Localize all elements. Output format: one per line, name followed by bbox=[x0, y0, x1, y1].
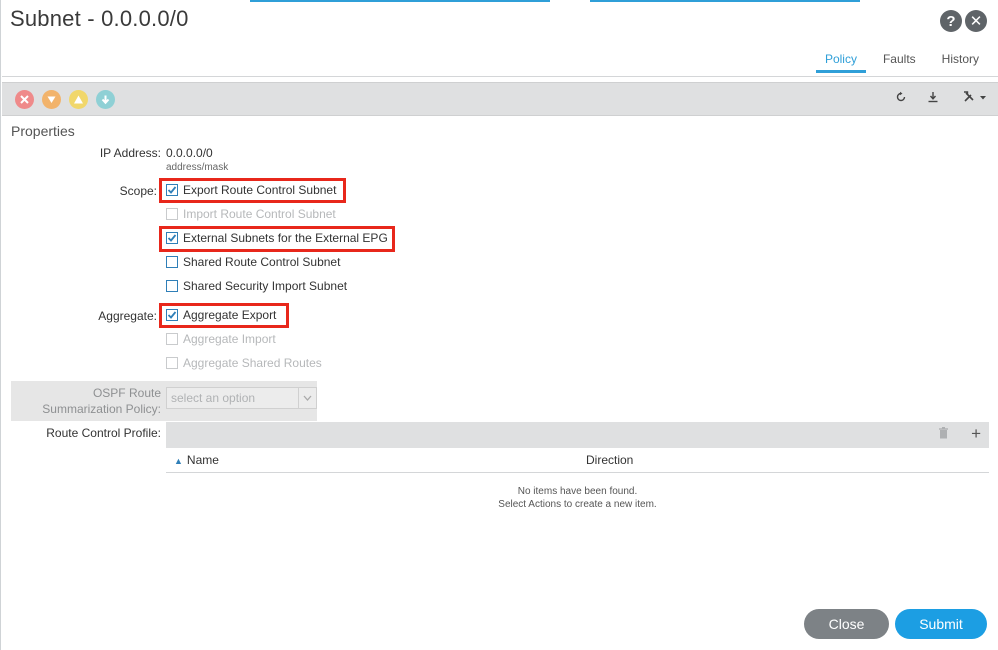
trash-icon bbox=[938, 427, 949, 442]
checkbox-label: Import Route Control Subnet bbox=[183, 207, 336, 221]
checkbox-checked-icon[interactable] bbox=[166, 309, 178, 321]
checkbox-unchecked-icon[interactable] bbox=[166, 280, 178, 292]
sort-ascending-icon: ▲ bbox=[174, 456, 183, 466]
refresh-icon[interactable] bbox=[895, 91, 907, 106]
table-header-divider bbox=[166, 472, 989, 473]
route-control-profile-label: Route Control Profile: bbox=[46, 426, 161, 440]
scope-option-shared-security-import[interactable]: Shared Security Import Subnet bbox=[166, 278, 347, 294]
checkbox-label: Export Route Control Subnet bbox=[183, 183, 337, 197]
ip-address-label: IP Address: bbox=[99, 146, 161, 160]
aggregate-option-export[interactable]: Aggregate Export bbox=[166, 307, 276, 323]
close-button[interactable]: Close bbox=[804, 609, 889, 639]
ip-address-hint: address/mask bbox=[166, 162, 229, 173]
warning-fault-icon[interactable] bbox=[96, 90, 115, 109]
page-title: Subnet - 0.0.0.0/0 bbox=[10, 6, 189, 31]
checkbox-label: Shared Route Control Subnet bbox=[183, 255, 341, 269]
tab-faults[interactable]: Faults bbox=[874, 46, 925, 73]
checkbox-label: Shared Security Import Subnet bbox=[183, 279, 348, 293]
help-icon[interactable]: ? bbox=[940, 10, 962, 32]
route-control-profile-toolbar: + bbox=[166, 422, 989, 448]
ip-address-value: 0.0.0.0/0 bbox=[166, 146, 213, 160]
minor-fault-icon[interactable] bbox=[69, 90, 88, 109]
tab-history[interactable]: History bbox=[933, 46, 988, 73]
empty-message: No items have been found. bbox=[517, 486, 638, 497]
tools-menu-icon[interactable] bbox=[963, 91, 987, 106]
close-icon[interactable]: ✕ bbox=[965, 10, 987, 32]
add-icon[interactable]: + bbox=[971, 424, 981, 444]
aggregate-label: Aggregate: bbox=[98, 309, 157, 323]
ospf-policy-select: select an option bbox=[166, 387, 317, 409]
scope-option-external-subnets[interactable]: External Subnets for the External EPG bbox=[166, 230, 388, 246]
select-placeholder: select an option bbox=[171, 391, 256, 405]
checkbox-label: Aggregate Import bbox=[183, 332, 276, 346]
toolbar bbox=[2, 82, 998, 116]
checkbox-label: Aggregate Export bbox=[183, 308, 277, 322]
tab-policy[interactable]: Policy bbox=[815, 46, 866, 73]
window-left-border bbox=[0, 0, 1, 650]
checkbox-disabled-icon bbox=[166, 208, 178, 220]
download-icon[interactable] bbox=[927, 91, 939, 106]
submit-button[interactable]: Submit bbox=[895, 609, 987, 639]
column-header-name[interactable]: ▲ Name bbox=[174, 453, 219, 467]
scope-option-import-route-control: Import Route Control Subnet bbox=[166, 206, 336, 222]
checkbox-checked-icon[interactable] bbox=[166, 232, 178, 244]
aggregate-option-import: Aggregate Import bbox=[166, 331, 276, 347]
chevron-down-icon bbox=[298, 388, 316, 408]
critical-fault-icon[interactable] bbox=[15, 90, 34, 109]
aggregate-option-shared-routes: Aggregate Shared Routes bbox=[166, 355, 322, 371]
tab-bar: Policy Faults History bbox=[808, 46, 988, 73]
ospf-policy-field: OSPF Route Summarization Policy: select … bbox=[11, 381, 317, 421]
top-accent-strip bbox=[0, 0, 998, 2]
checkbox-unchecked-icon[interactable] bbox=[166, 256, 178, 268]
checkbox-checked-icon[interactable] bbox=[166, 184, 178, 196]
scope-option-shared-route-control[interactable]: Shared Route Control Subnet bbox=[166, 254, 340, 270]
section-title-properties: Properties bbox=[11, 123, 75, 139]
scope-option-export-route-control[interactable]: Export Route Control Subnet bbox=[166, 182, 336, 198]
scope-label: Scope: bbox=[119, 184, 157, 198]
checkbox-disabled-icon bbox=[166, 333, 178, 345]
checkbox-label: External Subnets for the External EPG bbox=[183, 231, 388, 245]
checkbox-disabled-icon bbox=[166, 357, 178, 369]
checkbox-label: Aggregate Shared Routes bbox=[183, 356, 322, 370]
header-divider bbox=[2, 76, 998, 77]
column-header-direction[interactable]: Direction bbox=[586, 453, 633, 467]
ospf-policy-label: OSPF Route Summarization Policy: bbox=[42, 386, 161, 416]
empty-hint: Select Actions to create a new item. bbox=[498, 499, 657, 510]
major-fault-icon[interactable] bbox=[42, 90, 61, 109]
